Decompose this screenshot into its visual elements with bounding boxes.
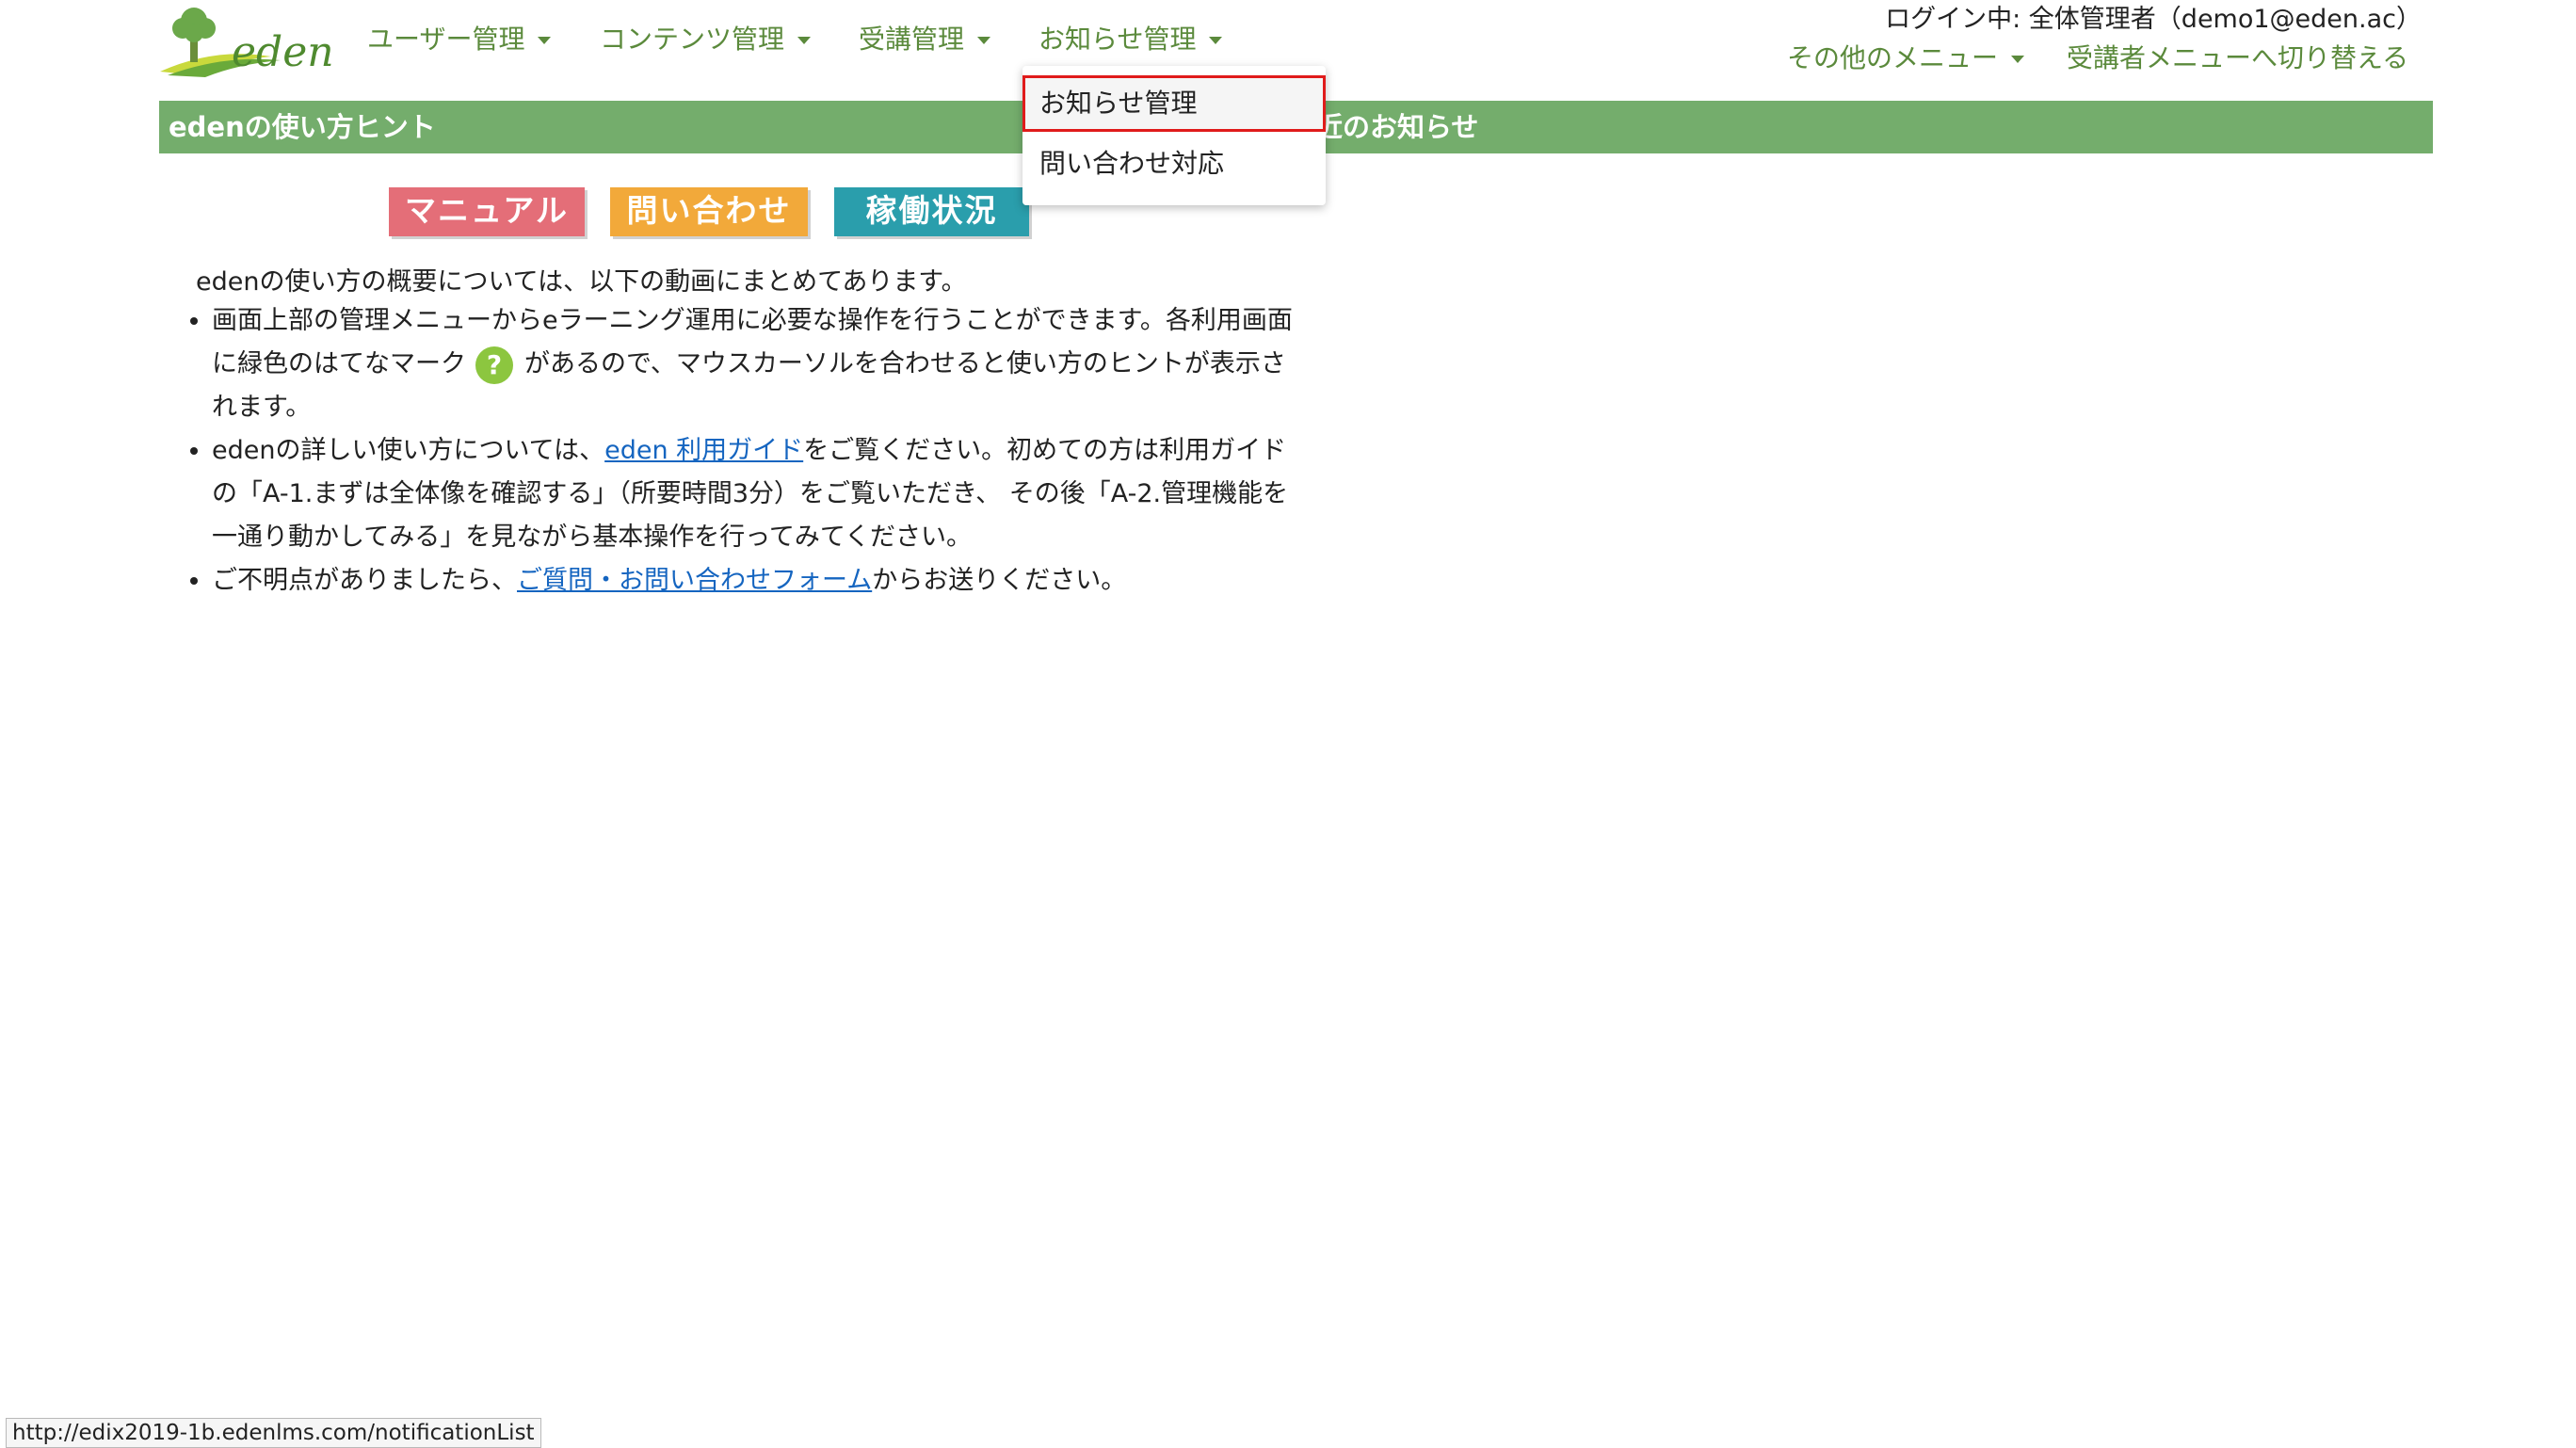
nav-content-management[interactable]: コンテンツ管理: [600, 21, 812, 58]
caret-down-icon: [977, 37, 991, 44]
login-info: ログイン中: 全体管理者（demo1@eden.ac）: [1885, 5, 2422, 34]
switch-to-student-menu-link[interactable]: 受講者メニューへ切り替える: [2067, 40, 2408, 77]
nav-notice-management[interactable]: お知らせ管理: [1038, 21, 1223, 58]
news-section-title: 近のお知らせ: [1315, 111, 1479, 143]
other-menu[interactable]: その他のメニュー: [1787, 40, 2025, 77]
manual-button[interactable]: マニュアル: [389, 187, 585, 236]
inquiry-button[interactable]: 問い合わせ: [610, 187, 808, 236]
other-menu-label: その他のメニュー: [1787, 42, 1999, 73]
nav-label: お知らせ管理: [1038, 24, 1197, 55]
help-question-icon: ?: [475, 346, 513, 384]
tip-text: ご不明点がありましたら、: [212, 566, 517, 595]
nav-course-management[interactable]: 受講管理: [859, 21, 991, 58]
list-item: edenの詳しい使い方については、eden 利用ガイドをご覧ください。初めての方…: [212, 429, 1304, 559]
logo-text: eden: [232, 28, 334, 76]
list-item: ご不明点がありましたら、ご質問・お問い合わせフォームからお送りください。: [212, 559, 1304, 603]
nav-label: 受講管理: [859, 24, 965, 55]
menu-item-inquiry-handling[interactable]: 問い合わせ対応: [1022, 136, 1326, 192]
caret-down-icon: [1209, 37, 1223, 44]
intro-text: edenの使い方の概要については、以下の動画にまとめてあります。: [196, 267, 967, 297]
tips-list: 画面上部の管理メニューからeラーニング運用に必要な操作を行うことができます。各利…: [179, 299, 1304, 603]
caret-down-icon: [2011, 56, 2025, 63]
nav-label: ユーザー管理: [367, 24, 525, 55]
nav-user-management[interactable]: ユーザー管理: [367, 21, 552, 58]
menu-item-notice-management[interactable]: お知らせ管理: [1022, 75, 1326, 132]
list-item: 画面上部の管理メニューからeラーニング運用に必要な操作を行うことができます。各利…: [212, 299, 1304, 429]
caret-down-icon: [797, 37, 812, 44]
nav-label: コンテンツ管理: [600, 24, 785, 55]
tip-text: からお送りください。: [872, 566, 1127, 595]
inquiry-form-link[interactable]: ご質問・お問い合わせフォーム: [517, 566, 872, 595]
caret-down-icon: [538, 37, 552, 44]
notice-dropdown-menu: お知らせ管理 問い合わせ対応: [1022, 66, 1326, 205]
tip-text: edenの詳しい使い方については、: [212, 436, 605, 465]
eden-logo[interactable]: eden: [158, 2, 334, 79]
usage-guide-link[interactable]: eden 利用ガイド: [604, 436, 803, 465]
link-status-bar: http://edix2019-1b.edenlms.com/notificat…: [6, 1418, 541, 1448]
status-button[interactable]: 稼働状況: [834, 187, 1029, 236]
hint-section-title: edenの使い方ヒント: [169, 111, 436, 143]
